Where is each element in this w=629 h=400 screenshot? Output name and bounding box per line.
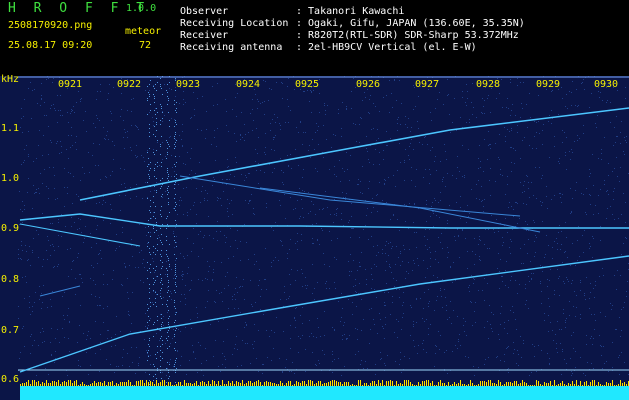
observer-value: : Takanori Kawachi (296, 6, 405, 17)
file-name: 2508170920.png (8, 20, 93, 31)
signal-trace (39, 285, 81, 297)
spectrogram-plot (0, 76, 629, 400)
y-tick-label: 1.1 (1, 123, 20, 134)
x-tick-label: 0928 (476, 79, 501, 90)
x-tick-label: 0926 (356, 79, 381, 90)
app-version: 1.0.0 (126, 3, 157, 14)
y-tick-label: 0.6 (1, 374, 20, 385)
x-tick-label: 0924 (236, 79, 261, 90)
x-tick-label: 0930 (594, 79, 619, 90)
file-datetime: 25.08.17 09:20 (8, 40, 93, 51)
x-tick-label: 0923 (176, 79, 201, 90)
receiver-label: Receiver (180, 30, 229, 41)
interference-band (174, 78, 177, 387)
x-tick-label: 0929 (536, 79, 561, 90)
interference-band (153, 76, 158, 385)
noise-floor-bar (20, 386, 629, 400)
location-label: Receiving Location (180, 18, 289, 29)
header-panel: H R O F F T 1.0.0 2508170920.png 25.08.1… (0, 0, 629, 76)
x-tick-label: 0922 (117, 79, 142, 90)
meteor-label: meteor (125, 26, 162, 37)
noise-spikes (20, 380, 629, 386)
observer-label: Observer (180, 6, 229, 17)
y-tick-label: 0.9 (1, 223, 20, 234)
y-tick-label: 0.8 (1, 274, 20, 285)
interference-band (166, 76, 170, 383)
antenna-label: Receiving antenna (180, 42, 283, 53)
y-tick-label: 1.0 (1, 173, 20, 184)
meteor-count: 72 (139, 40, 152, 51)
spectrogram-canvas (0, 76, 629, 400)
antenna-value: : 2el-HB9CV Vertical (el. E-W) (296, 42, 477, 53)
x-tick-label: 0925 (295, 79, 320, 90)
y-axis-unit: kHz (1, 74, 20, 85)
y-tick-label: 0.7 (1, 325, 20, 336)
receiver-value: : R820T2(RTL-SDR) SDR-Sharp 53.372MHz (296, 30, 519, 41)
x-tick-label: 0921 (58, 79, 83, 90)
location-value: : Ogaki, Gifu, JAPAN (136.60E, 35.35N) (296, 18, 525, 29)
signal-trace (179, 175, 521, 217)
x-tick-label: 0927 (415, 79, 440, 90)
signal-trace (19, 213, 629, 229)
